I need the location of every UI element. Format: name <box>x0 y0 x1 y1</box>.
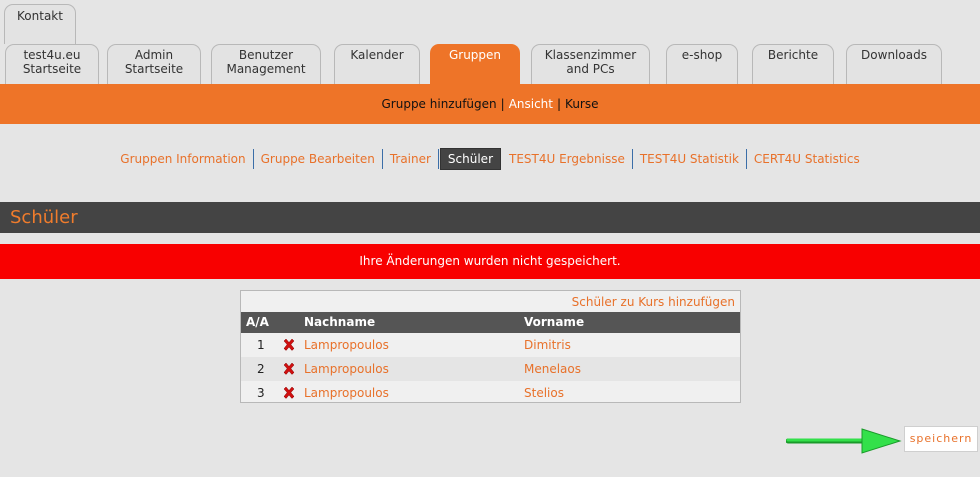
tab-e-shop[interactable]: e-shop <box>666 44 738 84</box>
subtab-courses[interactable]: Kurse <box>565 97 598 111</box>
nav-trainer[interactable]: Trainer <box>383 149 439 169</box>
delete-x-icon[interactable] <box>282 362 296 376</box>
tab-downloads[interactable]: Downloads <box>846 44 942 84</box>
subtab-separator: | <box>500 97 505 111</box>
nav-test4u-statistics[interactable]: TEST4U Statistik <box>633 149 747 169</box>
tab-label: Downloads <box>861 48 927 62</box>
tab-admin-startseite[interactable]: Admin Startseite <box>107 44 201 84</box>
tab-kontakt[interactable]: Kontakt <box>4 4 76 44</box>
tab-label: e-shop <box>681 48 723 62</box>
column-header-number: A/A <box>246 315 269 329</box>
tab-label: test4u.eu Startseite <box>22 48 82 76</box>
nav-test4u-results[interactable]: TEST4U Ergebnisse <box>502 149 633 169</box>
row-number: 1 <box>257 338 265 352</box>
tab-gruppen[interactable]: Gruppen <box>430 44 520 85</box>
column-header-firstname: Vorname <box>524 315 585 329</box>
column-header-lastname: Nachname <box>304 315 376 329</box>
subtab-bar: Gruppe hinzufügen | Ansicht | Kurse <box>0 84 980 124</box>
subtab-separator: | <box>557 97 562 111</box>
student-firstname-link[interactable]: Dimitris <box>524 333 571 357</box>
delete-x-icon[interactable] <box>282 386 296 400</box>
nav-group-information[interactable]: Gruppen Information <box>113 149 254 169</box>
tab-berichte[interactable]: Berichte <box>752 44 834 84</box>
tab-klassenzimmer[interactable]: Klassenzimmer and PCs <box>531 44 650 84</box>
students-panel: Schüler zu Kurs hinzufügen A/A Nachname … <box>240 290 741 403</box>
row-number: 2 <box>257 362 265 376</box>
group-nav: Gruppen Information Gruppe Bearbeiten Trai… <box>0 148 980 172</box>
tab-label: Kontakt <box>17 9 63 23</box>
tab-test4u-startseite[interactable]: test4u.eu Startseite <box>5 44 99 84</box>
delete-x-icon[interactable] <box>282 338 296 352</box>
error-message: Ihre Änderungen wurden nicht gespeichert… <box>0 244 980 279</box>
add-student-to-course-link[interactable]: Schüler zu Kurs hinzufügen <box>572 295 735 309</box>
save-button[interactable]: speichern <box>904 426 978 452</box>
student-lastname-link[interactable]: Lampropoulos <box>304 333 389 357</box>
student-firstname-link[interactable]: Stelios <box>524 381 564 405</box>
nav-cert4u-statistics[interactable]: CERT4U Statistics <box>747 149 867 169</box>
nav-students[interactable]: Schüler <box>439 148 501 170</box>
tab-label: Berichte <box>767 48 819 62</box>
student-firstname-link[interactable]: Menelaos <box>524 357 581 381</box>
table-header: A/A Nachname Vorname <box>241 312 740 333</box>
tab-label: Klassenzimmer and PCs <box>544 48 637 76</box>
section-title: Schüler <box>0 202 980 233</box>
tab-label: Admin Startseite <box>124 48 184 76</box>
tab-kalender[interactable]: Kalender <box>334 44 420 84</box>
tab-label: Kalender <box>350 48 404 62</box>
tab-label: Benutzer Management <box>226 48 306 76</box>
table-row: 2 Lampropoulos Menelaos <box>241 357 740 381</box>
tab-benutzer-management[interactable]: Benutzer Management <box>211 44 321 84</box>
student-lastname-link[interactable]: Lampropoulos <box>304 381 389 405</box>
green-arrow-icon <box>786 428 902 454</box>
subtab-view[interactable]: Ansicht <box>509 97 553 111</box>
tab-label: Gruppen <box>448 48 502 62</box>
subtab-add-group[interactable]: Gruppe hinzufügen <box>381 97 496 111</box>
row-number: 3 <box>257 386 265 400</box>
table-row: 1 Lampropoulos Dimitris <box>241 333 740 357</box>
nav-edit-group[interactable]: Gruppe Bearbeiten <box>254 149 383 169</box>
table-row: 3 Lampropoulos Stelios <box>241 381 740 405</box>
student-lastname-link[interactable]: Lampropoulos <box>304 357 389 381</box>
